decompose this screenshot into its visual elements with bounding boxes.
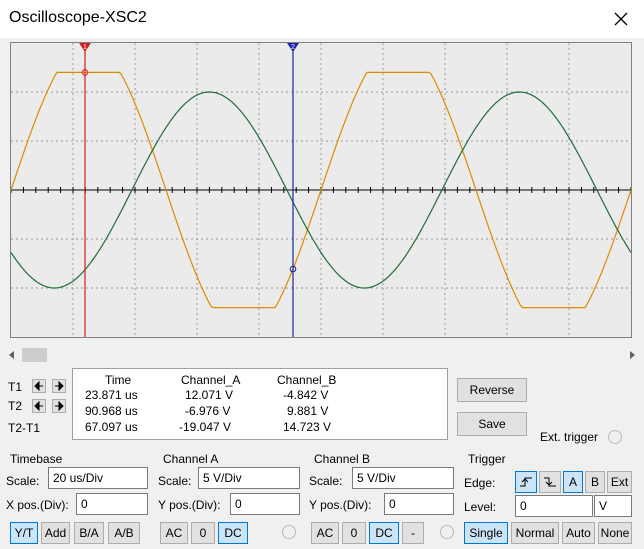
- timebase-scale-label: Scale:: [6, 474, 40, 488]
- trigger-title: Trigger: [468, 452, 506, 466]
- mode-b-over-a-button[interactable]: B/A: [74, 522, 104, 544]
- channel-a-dc-button[interactable]: DC: [218, 522, 248, 544]
- header-channel-a: Channel_A: [181, 373, 241, 387]
- t2-t1-channel-b: 14.723 V: [283, 420, 332, 434]
- trigger-edge-falling-button[interactable]: [539, 471, 561, 493]
- channel-b-minus-button[interactable]: -: [402, 522, 424, 544]
- t1-channel-a: 12.071 V: [185, 388, 234, 402]
- horizontal-scrollbar[interactable]: [5, 346, 639, 364]
- trigger-level-label: Level:: [464, 500, 497, 514]
- timebase-xpos-field[interactable]: 0: [76, 493, 148, 515]
- timebase-scale-field[interactable]: 20 us/Div: [48, 467, 148, 489]
- trigger-auto-button[interactable]: Auto: [562, 522, 595, 544]
- channel-a-scale-field[interactable]: 5 V/Div: [198, 467, 300, 489]
- mode-a-over-b-button[interactable]: A/B: [108, 522, 140, 544]
- trigger-normal-button[interactable]: Normal: [511, 522, 559, 544]
- cursor-t1-marker: 1: [83, 44, 87, 51]
- scroll-thumb[interactable]: [22, 348, 47, 362]
- channel-a-zero-button[interactable]: 0: [191, 522, 215, 544]
- t2-t1-channel-a: -19.047 V: [179, 420, 232, 434]
- channel-b-scale-label: Scale:: [309, 474, 343, 488]
- t1-left-button[interactable]: [32, 379, 46, 393]
- trigger-edge-rising-button[interactable]: [515, 471, 537, 493]
- channel-a-title: Channel A: [163, 452, 219, 466]
- t2-right-button[interactable]: [52, 399, 66, 413]
- ext-trigger-label: Ext. trigger: [540, 430, 599, 444]
- arrow-right-icon: [55, 401, 64, 411]
- t2-time: 90.968 us: [85, 404, 138, 418]
- trigger-source-a-button[interactable]: A: [563, 471, 583, 493]
- t2-left-button[interactable]: [32, 399, 46, 413]
- scroll-left-button[interactable]: [5, 346, 19, 364]
- mode-add-button[interactable]: Add: [41, 522, 70, 544]
- oscilloscope-screen: 1 2: [10, 42, 632, 338]
- channel-b-dc-button[interactable]: DC: [369, 522, 399, 544]
- t2-t1-time: 67.097 us: [85, 420, 138, 434]
- arrow-left-icon: [34, 381, 43, 391]
- falling-edge-icon: [544, 477, 556, 487]
- channel-a-terminal[interactable]: [282, 525, 296, 539]
- scope-plot: 1 2: [11, 43, 631, 337]
- t2-label: T2: [8, 399, 23, 413]
- t2-channel-b: 9.881 V: [287, 404, 329, 418]
- channel-b-ypos-field[interactable]: 0: [384, 493, 454, 515]
- timebase-xpos-label: X pos.(Div):: [6, 498, 69, 512]
- channel-b-terminal[interactable]: [440, 525, 454, 539]
- channel-b-zero-button[interactable]: 0: [342, 522, 366, 544]
- timebase-title: Timebase: [10, 452, 63, 466]
- channel-a-ypos-field[interactable]: 0: [230, 493, 300, 515]
- channel-a-scale-label: Scale:: [158, 474, 192, 488]
- header-channel-b: Channel_B: [277, 373, 337, 387]
- window-title: Oscilloscope-XSC2: [9, 9, 147, 26]
- ext-trigger-terminal[interactable]: [608, 430, 622, 444]
- trigger-source-ext-button[interactable]: Ext: [607, 471, 632, 493]
- scroll-left-icon: [9, 351, 14, 359]
- t1-time: 23.871 us: [85, 388, 138, 402]
- cursor-t2-marker: 2: [291, 44, 295, 51]
- t1-right-button[interactable]: [52, 379, 66, 393]
- t2-channel-a: -6.976 V: [185, 404, 231, 418]
- channel-b-ac-button[interactable]: AC: [311, 522, 339, 544]
- scroll-right-button[interactable]: [625, 346, 639, 364]
- t2-t1-label: T2-T1: [8, 421, 41, 435]
- header-time: Time: [105, 373, 132, 387]
- t1-label: T1: [8, 380, 23, 394]
- rising-edge-icon: [520, 477, 532, 487]
- scroll-right-icon: [630, 351, 635, 359]
- trigger-edge-label: Edge:: [464, 476, 496, 490]
- channel-a-ypos-label: Y pos.(Div):: [158, 498, 221, 512]
- close-icon: [614, 12, 628, 26]
- trigger-level-field[interactable]: 0: [515, 495, 593, 517]
- t1-channel-b: -4.842 V: [283, 388, 329, 402]
- trigger-source-b-button[interactable]: B: [585, 471, 605, 493]
- channel-b-scale-field[interactable]: 5 V/Div: [352, 467, 454, 489]
- channel-b-title: Channel B: [314, 452, 371, 466]
- measurement-table: Time Channel_A Channel_B 23.871 us 12.07…: [72, 368, 448, 440]
- arrow-left-icon: [34, 401, 43, 411]
- close-button[interactable]: [604, 4, 638, 34]
- save-button[interactable]: Save: [457, 412, 527, 436]
- mode-yt-button[interactable]: Y/T: [10, 522, 38, 544]
- channel-a-ac-button[interactable]: AC: [160, 522, 188, 544]
- channel-b-ypos-label: Y pos.(Div):: [309, 498, 372, 512]
- trigger-level-unit[interactable]: V: [594, 495, 632, 517]
- reverse-button[interactable]: Reverse: [457, 378, 527, 402]
- trigger-none-button[interactable]: None: [598, 522, 632, 544]
- trigger-single-button[interactable]: Single: [464, 522, 508, 544]
- arrow-right-icon: [55, 381, 64, 391]
